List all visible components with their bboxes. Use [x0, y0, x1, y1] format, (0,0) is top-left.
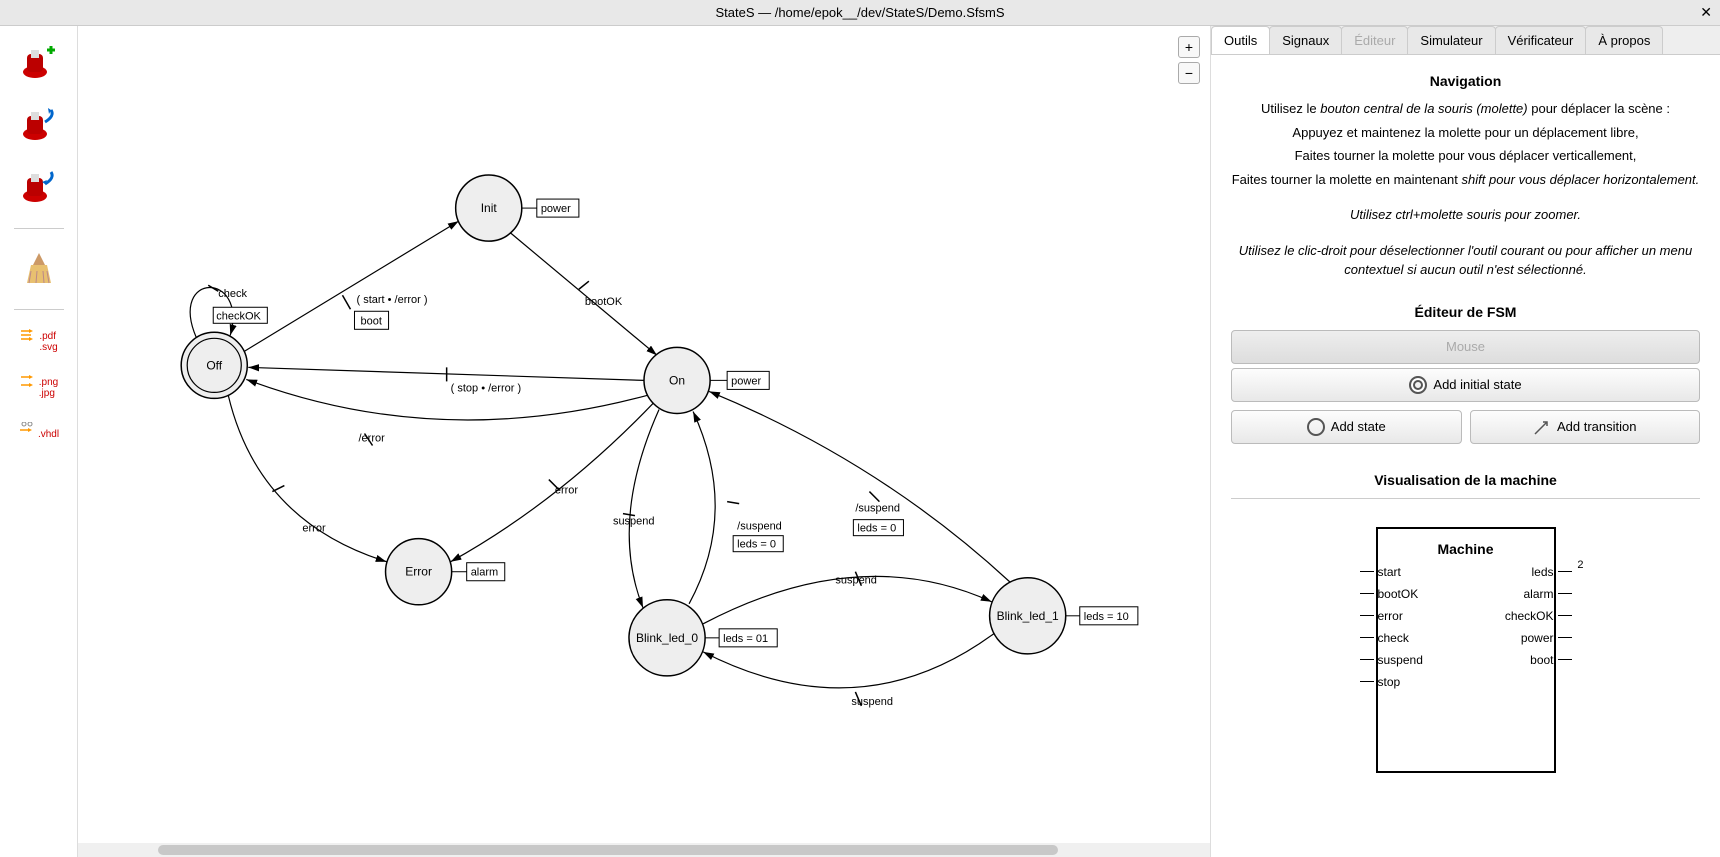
panel-tabs: Outils Signaux Éditeur Simulateur Vérifi… [1211, 26, 1720, 55]
mouse-tool-button: Mouse [1231, 330, 1700, 364]
toolbar-separator [14, 309, 64, 310]
export-pdf-svg-button[interactable]: .pdf .svg [11, 322, 67, 362]
tab-simulateur[interactable]: Simulateur [1407, 26, 1495, 54]
transition-cond: error [302, 523, 326, 535]
svg-text:power: power [731, 375, 761, 387]
viz-heading: Visualisation de la machine [1231, 472, 1700, 488]
svg-text:leds = 10: leds = 10 [1084, 611, 1129, 623]
tab-signaux[interactable]: Signaux [1269, 26, 1342, 54]
open-file-button[interactable] [11, 98, 67, 154]
transition-icon [1533, 418, 1551, 436]
zoom-out-button[interactable]: − [1178, 62, 1200, 84]
transition-cond: suspend [613, 516, 655, 528]
transition-cond: bootOK [585, 296, 623, 308]
add-state-button[interactable]: Add state [1231, 410, 1462, 444]
transition-cond: ( start • /error ) [356, 294, 427, 306]
transition-cond: /error [358, 432, 385, 444]
clean-button[interactable] [11, 241, 67, 297]
svg-text:Off: Off [206, 358, 222, 372]
export-png-jpg-button[interactable]: .png .jpg [11, 368, 67, 408]
nav-text: Faites tourner la molette pour vous dépl… [1231, 146, 1700, 166]
machine-inputs: start bootOK error check suspend stop [1374, 565, 1423, 689]
transition-cond: /suspend [737, 521, 782, 533]
transition-cond: ( stop • /error ) [451, 382, 521, 394]
nav-text: Utilisez le clic-droit pour déselectionn… [1231, 241, 1700, 280]
close-icon[interactable]: ✕ [1700, 4, 1712, 21]
svg-text:power: power [541, 203, 571, 215]
machine-title: Machine [1378, 541, 1554, 557]
tab-verificateur[interactable]: Vérificateur [1495, 26, 1587, 54]
nav-text: Appuyez et maintenez la molette pour un … [1231, 123, 1700, 143]
add-transition-button[interactable]: Add transition [1470, 410, 1701, 444]
svg-text:Init: Init [481, 201, 498, 215]
nav-text: Faites tourner la molette en maintenant … [1231, 170, 1700, 190]
nav-text: Utilisez ctrl+molette souris pour zoomer… [1231, 205, 1700, 225]
new-file-button[interactable] [11, 36, 67, 92]
transition-action: leds = 0 [857, 523, 896, 535]
svg-text:Blink_led_1: Blink_led_1 [997, 609, 1059, 623]
state-icon [1307, 418, 1325, 436]
export-vhdl-button[interactable]: .vhdl [11, 414, 67, 454]
svg-text:leds = 01: leds = 01 [723, 633, 768, 645]
zoom-in-button[interactable]: + [1178, 36, 1200, 58]
nav-text: Utilisez le bouton central de la souris … [1231, 99, 1700, 119]
save-file-button[interactable] [11, 160, 67, 216]
transition-action: leds = 0 [737, 539, 776, 551]
svg-text:Error: Error [405, 565, 432, 579]
horizontal-scrollbar[interactable] [78, 843, 1210, 857]
transition-cond: suspend [835, 575, 877, 587]
transition-cond: /suspend [855, 503, 900, 515]
transition-cond: suspend [851, 696, 893, 708]
transition-action: boot [360, 315, 381, 327]
tab-a-propos[interactable]: À propos [1585, 26, 1663, 54]
nav-heading: Navigation [1231, 73, 1700, 89]
fsm-canvas[interactable]: check ( start • /error ) boot bootOK ( s… [78, 26, 1210, 857]
machine-outputs: leds2 alarm checkOK power boot [1505, 565, 1558, 667]
svg-text:Blink_led_0: Blink_led_0 [636, 631, 698, 645]
tab-editeur: Éditeur [1341, 26, 1408, 54]
titlebar: StateS — /home/epok__/dev/StateS/Demo.Sf… [0, 0, 1720, 26]
main-toolbar: .pdf .svg .png .jpg .vhdl [0, 26, 78, 857]
initial-state-icon [1409, 376, 1427, 394]
editor-heading: Éditeur de FSM [1231, 304, 1700, 320]
svg-text:alarm: alarm [471, 567, 499, 579]
window-title: StateS — /home/epok__/dev/StateS/Demo.Sf… [715, 5, 1004, 20]
add-initial-state-button[interactable]: Add initial state [1231, 368, 1700, 402]
transition-cond: check [218, 288, 247, 300]
svg-text:checkOK: checkOK [216, 310, 261, 322]
scrollbar-thumb[interactable] [158, 845, 1058, 855]
tab-outils[interactable]: Outils [1211, 26, 1270, 54]
transition-cond: error [555, 485, 579, 497]
svg-text:On: On [669, 373, 685, 387]
toolbar-separator [14, 228, 64, 229]
machine-block: Machine start bootOK error check suspend… [1376, 527, 1556, 773]
